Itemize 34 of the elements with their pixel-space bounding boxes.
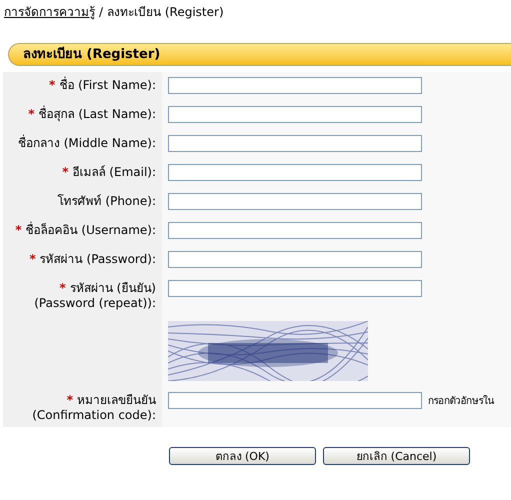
hint-text: กรอกตัวอักษรใน — [428, 394, 494, 409]
field-label: รหัสผ่าน (Password): — [40, 252, 156, 267]
field-label: อีเมลล์ (Email): — [72, 165, 156, 180]
form-button[interactable]: ตกลง (OK) — [169, 447, 316, 465]
field-label: ชื่อ (First Name): — [59, 78, 156, 93]
input-field[interactable] — [168, 280, 422, 297]
input-field[interactable] — [168, 251, 422, 268]
breadcrumb-link[interactable]: การจัดการความรู้ — [4, 3, 95, 21]
breadcrumb-separator: / — [99, 4, 104, 21]
input-field[interactable] — [168, 77, 422, 94]
input-field[interactable] — [168, 164, 422, 181]
input-field[interactable] — [168, 222, 422, 239]
input-field[interactable] — [168, 392, 422, 409]
required-mark: * — [62, 165, 68, 180]
required-mark: * — [66, 393, 73, 408]
field-label: (Confirmation code): — [32, 408, 156, 423]
breadcrumb-current: ลงทะเบียน (Register) — [107, 4, 224, 21]
field-label: ชื่อสุกล (Last Name): — [38, 107, 156, 122]
form-button[interactable]: ยกเลิก (Cancel) — [323, 447, 470, 465]
input-field[interactable] — [168, 193, 422, 210]
field-label: รหัสผ่าน (ยืนยัน) — [70, 281, 156, 296]
field-label: หมายเลขยืนยัน — [77, 393, 156, 408]
input-field[interactable] — [168, 135, 422, 152]
field-label: โทรศัพท์ (Phone): — [58, 194, 156, 209]
panel-title: ลงทะเบียน (Register) — [23, 46, 160, 64]
field-label: (Password (repeat)): — [34, 296, 156, 311]
input-field[interactable] — [168, 106, 422, 123]
field-label: ชื่อกลาง (Middle Name): — [18, 136, 156, 151]
required-mark: * — [15, 223, 22, 238]
field-label: ชื่อล็อคอิน (Username): — [26, 223, 156, 238]
required-mark: * — [60, 281, 66, 296]
required-mark: * — [28, 107, 35, 122]
required-mark: * — [29, 252, 36, 267]
required-mark: * — [49, 78, 56, 93]
